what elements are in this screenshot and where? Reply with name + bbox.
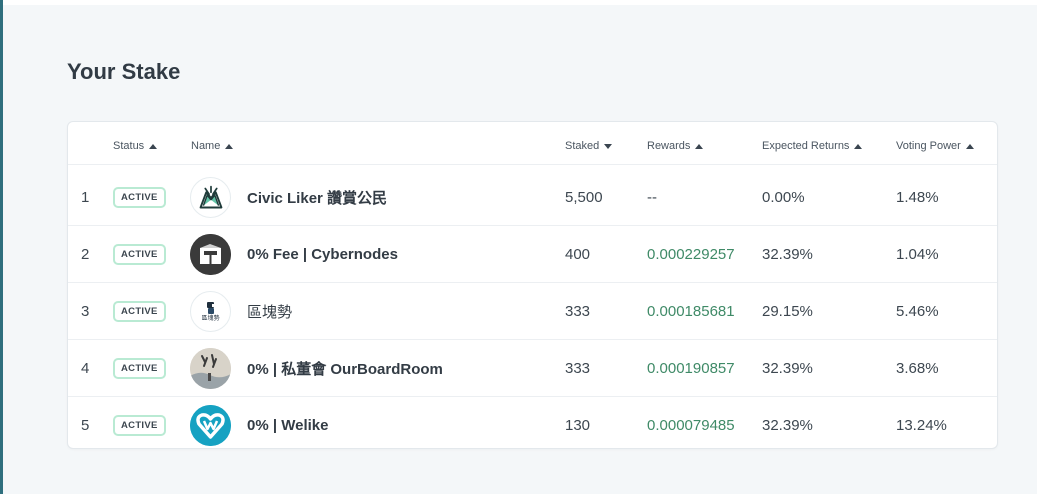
- validator-name: Civic Liker 讚賞公民: [247, 190, 388, 207]
- heart-w-icon: [190, 405, 231, 446]
- table-row[interactable]: 2 ACTIVE 0% Fee | Cybernodes 400 0.00022…: [68, 226, 997, 283]
- table-row[interactable]: 1 ACTIVE Civic Liker 讚賞公民 5,500 -- 0.00%…: [68, 169, 997, 226]
- status-cell: ACTIVE: [113, 169, 166, 226]
- validator-name: 0% Fee | Cybernodes: [247, 246, 398, 263]
- rewards-value: --: [647, 189, 657, 206]
- staked-value: 333: [565, 303, 591, 320]
- row-index: 1: [81, 189, 90, 206]
- staked-value: 333: [565, 360, 591, 377]
- table-row[interactable]: 5 ACTIVE 0% | Welike 130 0.000079485 32.…: [68, 397, 997, 454]
- column-label-expected-returns: Expected Returns: [762, 140, 850, 152]
- status-badge: ACTIVE: [113, 187, 166, 208]
- expected-returns-value: 0.00%: [762, 189, 805, 206]
- status-badge: ACTIVE: [113, 301, 166, 322]
- rewards-value: 0.000229257: [647, 246, 735, 263]
- column-header-staked[interactable]: Staked: [565, 140, 613, 152]
- row-index: 5: [81, 417, 90, 434]
- sort-down-icon: [604, 143, 613, 149]
- row-index: 2: [81, 246, 90, 263]
- validator-name-cell: 0% Fee | Cybernodes: [190, 226, 398, 283]
- status-cell: ACTIVE: [113, 340, 166, 397]
- column-header-name[interactable]: Name: [191, 140, 234, 152]
- column-label-name: Name: [191, 140, 221, 152]
- calligraphy-landscape-icon: [190, 348, 231, 389]
- handshake-icon: [190, 177, 231, 218]
- validator-name-cell: Civic Liker 讚賞公民: [190, 169, 387, 226]
- validator-name: 0% | Welike: [247, 417, 329, 434]
- sort-up-icon: [225, 143, 234, 149]
- rewards-value: 0.000079485: [647, 417, 735, 434]
- column-label-staked: Staked: [565, 140, 600, 152]
- table-header: Status Name Staked Rewards Expected Retu…: [68, 122, 997, 165]
- table-row[interactable]: 3 ACTIVE 區塊勢 區塊勢 333 0.000185681 29.15% …: [68, 283, 997, 340]
- column-header-voting-power[interactable]: Voting Power: [896, 140, 974, 152]
- voting-power-value: 1.48%: [896, 189, 939, 206]
- expected-returns-value: 32.39%: [762, 417, 813, 434]
- validator-name: 區塊勢: [247, 304, 293, 321]
- row-index: 3: [81, 303, 90, 320]
- column-header-status[interactable]: Status: [113, 140, 158, 152]
- voting-power-value: 13.24%: [896, 417, 947, 434]
- validator-name-cell: 0% | 私董會 OurBoardRoom: [190, 340, 443, 397]
- blocktrend-logo-text: 區塊勢: [201, 315, 220, 322]
- rewards-value: 0.000185681: [647, 303, 735, 320]
- expected-returns-value: 32.39%: [762, 360, 813, 377]
- voting-power-value: 3.68%: [896, 360, 939, 377]
- status-badge: ACTIVE: [113, 244, 166, 265]
- column-label-status: Status: [113, 140, 145, 152]
- stake-table: Status Name Staked Rewards Expected Retu…: [67, 121, 998, 449]
- stake-panel: Your Stake Status Name Staked Rewards Ex…: [3, 5, 1037, 494]
- validator-name: 0% | 私董會 OurBoardRoom: [247, 361, 443, 378]
- status-cell: ACTIVE: [113, 226, 166, 283]
- sort-up-icon: [695, 143, 704, 149]
- validator-name-cell: 0% | Welike: [190, 397, 328, 454]
- row-index: 4: [81, 360, 90, 377]
- voting-power-value: 5.46%: [896, 303, 939, 320]
- column-label-rewards: Rewards: [647, 140, 691, 152]
- sort-up-icon: [854, 143, 863, 149]
- rewards-value: 0.000190857: [647, 360, 735, 377]
- staked-value: 5,500: [565, 189, 603, 206]
- cube-icon: [190, 234, 231, 275]
- status-badge: ACTIVE: [113, 415, 166, 436]
- staked-value: 130: [565, 417, 591, 434]
- status-cell: ACTIVE: [113, 397, 166, 454]
- status-cell: ACTIVE: [113, 283, 166, 340]
- blocktrend-logo: 區塊勢: [190, 291, 231, 332]
- staked-value: 400: [565, 246, 591, 263]
- validator-name-cell: 區塊勢 區塊勢: [190, 283, 292, 340]
- expected-returns-value: 32.39%: [762, 246, 813, 263]
- sort-up-icon: [149, 143, 158, 149]
- column-label-voting-power: Voting Power: [896, 140, 961, 152]
- table-row[interactable]: 4 ACTIVE 0% | 私董會 OurBoardRoom 333 0.000…: [68, 340, 997, 397]
- sort-up-icon: [965, 143, 974, 149]
- column-header-expected-returns[interactable]: Expected Returns: [762, 140, 863, 152]
- expected-returns-value: 29.15%: [762, 303, 813, 320]
- voting-power-value: 1.04%: [896, 246, 939, 263]
- page-title: Your Stake: [67, 59, 181, 84]
- status-badge: ACTIVE: [113, 358, 166, 379]
- column-header-rewards[interactable]: Rewards: [647, 140, 704, 152]
